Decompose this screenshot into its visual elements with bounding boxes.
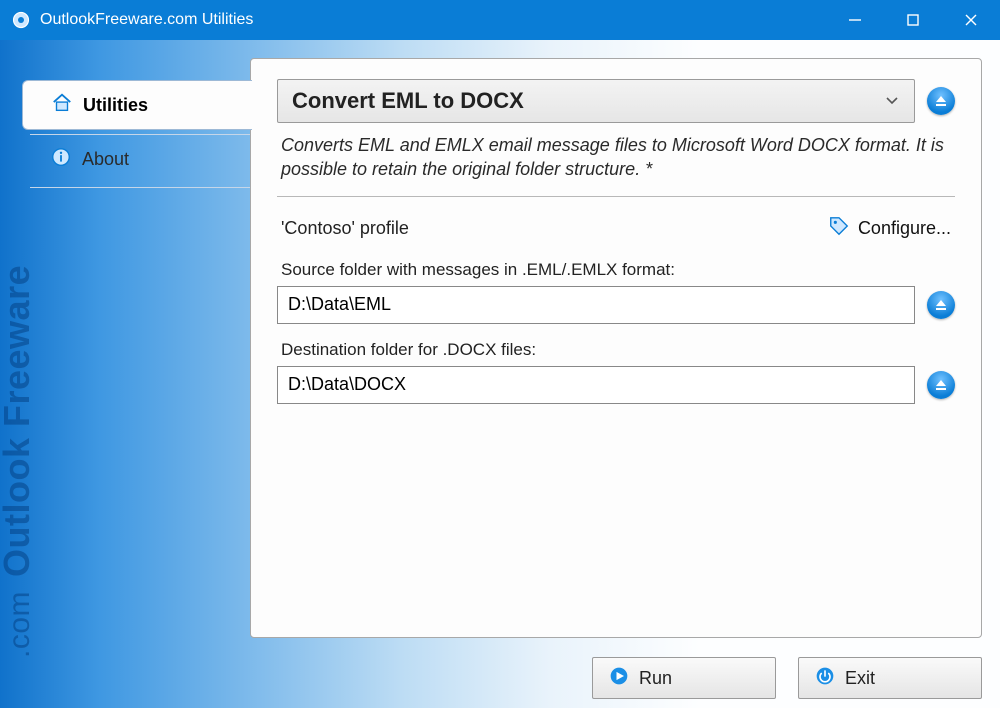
sidebar-item-label: About	[82, 149, 129, 170]
app-window: OutlookFreeware.com Utilities Utilities	[0, 0, 1000, 708]
home-icon	[51, 92, 73, 119]
collapse-header-button[interactable]	[927, 87, 955, 115]
source-folder-input[interactable]	[277, 286, 915, 324]
app-icon	[12, 11, 30, 29]
maximize-button[interactable]	[884, 0, 942, 40]
window-title: OutlookFreeware.com Utilities	[40, 11, 253, 29]
main-panel: Convert EML to DOCX Converts EML and EML…	[250, 58, 982, 638]
title-bar[interactable]: OutlookFreeware.com Utilities	[0, 0, 1000, 40]
sidebar-item-label: Utilities	[83, 95, 148, 116]
run-button[interactable]: Run	[592, 657, 776, 699]
utility-name: Convert EML to DOCX	[292, 88, 524, 114]
configure-link[interactable]: Configure...	[828, 215, 951, 242]
sidebar-separator	[30, 187, 250, 188]
info-icon	[50, 146, 72, 173]
divider	[277, 196, 955, 197]
utility-selector[interactable]: Convert EML to DOCX	[277, 79, 915, 123]
run-label: Run	[639, 668, 672, 689]
source-label: Source folder with messages in .EML/.EML…	[281, 260, 951, 280]
eject-icon	[934, 378, 948, 392]
browse-source-button[interactable]	[927, 291, 955, 319]
destination-label: Destination folder for .DOCX files:	[281, 340, 951, 360]
exit-label: Exit	[845, 668, 875, 689]
chevron-down-icon	[884, 88, 900, 114]
profile-name: 'Contoso' profile	[281, 218, 409, 239]
play-icon	[609, 666, 629, 691]
client-area: Utilities About .comOutlook Freeware	[0, 40, 1000, 708]
footer-bar: Run Exit	[0, 648, 1000, 708]
brand-watermark: .comOutlook Freeware	[0, 265, 38, 658]
sidebar-item-about[interactable]: About	[22, 135, 250, 183]
close-button[interactable]	[942, 0, 1000, 40]
eject-icon	[934, 94, 948, 108]
browse-destination-button[interactable]	[927, 371, 955, 399]
configure-label: Configure...	[858, 218, 951, 239]
power-icon	[815, 666, 835, 691]
minimize-button[interactable]	[826, 0, 884, 40]
tag-icon	[828, 215, 850, 242]
eject-icon	[934, 298, 948, 312]
sidebar-item-utilities[interactable]: Utilities	[22, 80, 252, 130]
utility-description: Converts EML and EMLX email message file…	[281, 133, 951, 182]
sidebar: Utilities About .comOutlook Freeware	[0, 40, 250, 648]
exit-button[interactable]: Exit	[798, 657, 982, 699]
destination-folder-input[interactable]	[277, 366, 915, 404]
